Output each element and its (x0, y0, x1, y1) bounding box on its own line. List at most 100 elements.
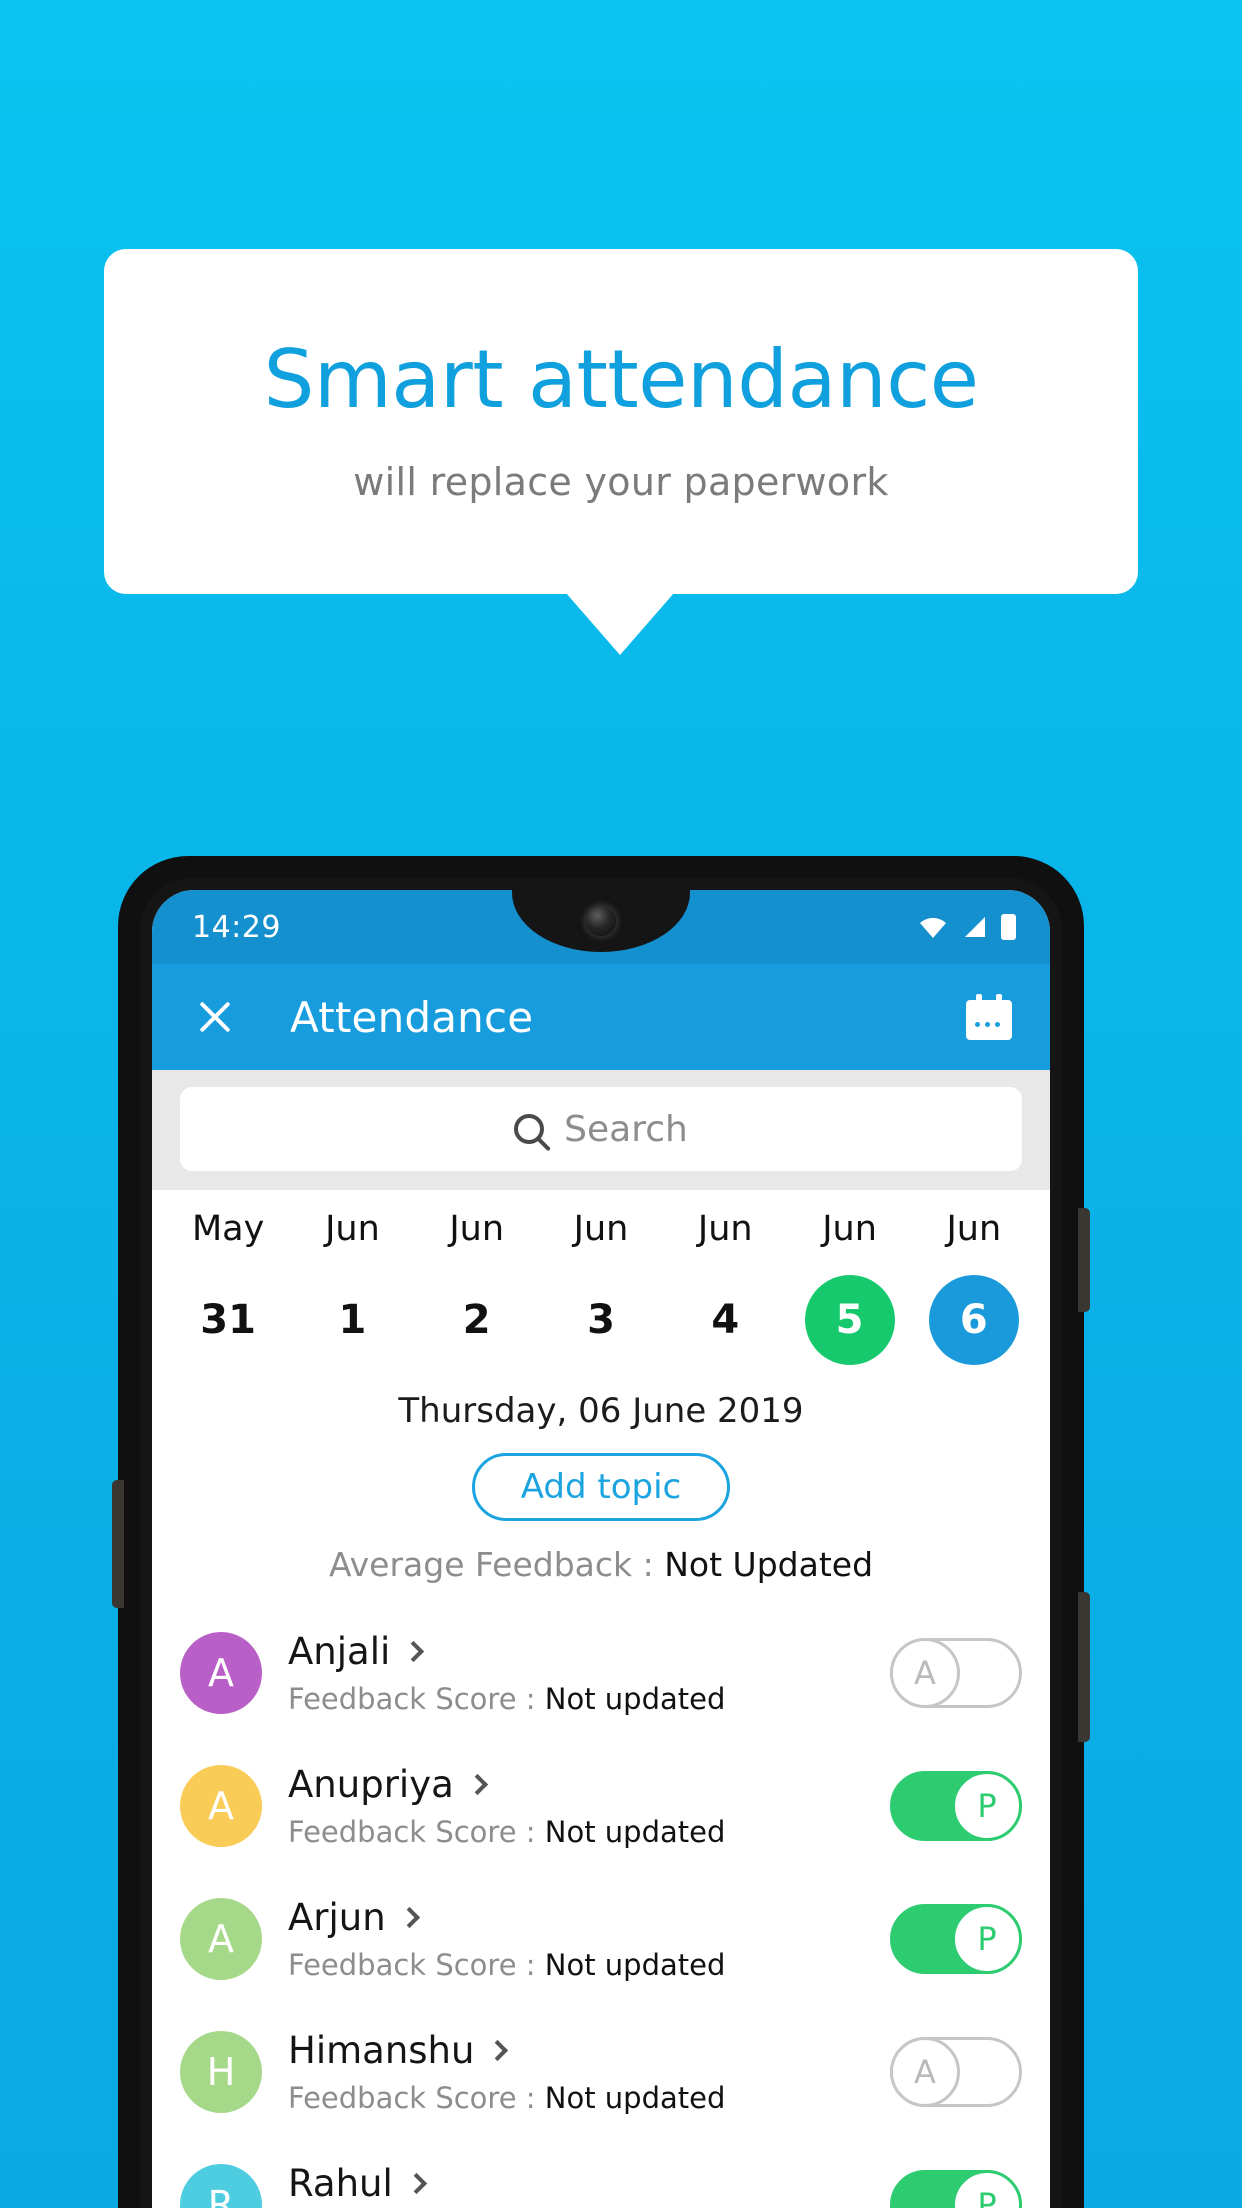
date-cell[interactable]: Jun 2 (415, 1212, 539, 1365)
promo-bubble-tail (566, 593, 674, 655)
chevron-right-icon[interactable] (487, 2039, 509, 2061)
chevron-right-icon[interactable] (403, 1640, 425, 1662)
status-bar: 14:29 (152, 890, 1050, 964)
date-cell[interactable]: May 31 (166, 1212, 290, 1365)
page-title: Attendance (290, 992, 534, 1042)
feedback-score-line: Feedback Score : Not updated (288, 1948, 890, 1982)
add-topic-container: Add topic (152, 1453, 1050, 1521)
feedback-score-label: Feedback Score : (288, 1681, 545, 1716)
student-row[interactable]: A Anupriya Feedback Score : Not updated P (152, 1739, 1050, 1872)
student-name: Himanshu (288, 2028, 475, 2072)
attendance-toggle[interactable]: A (890, 2036, 1022, 2107)
chevron-right-icon[interactable] (466, 1773, 488, 1795)
feedback-score-value: Not updated (544, 1681, 726, 1716)
calendar-icon[interactable] (966, 994, 1012, 1040)
front-camera-icon (586, 906, 616, 936)
attendance-toggle-knob: P (952, 2169, 1022, 2208)
status-time: 14:29 (192, 909, 281, 945)
attendance-toggle-knob: P (952, 1770, 1022, 1841)
student-row[interactable]: H Himanshu Feedback Score : Not updated A (152, 2005, 1050, 2138)
date-day-number[interactable]: 4 (680, 1275, 770, 1365)
search-input[interactable]: Search (180, 1087, 1022, 1171)
attendance-toggle[interactable]: P (890, 1770, 1022, 1841)
search-placeholder: Search (564, 1108, 688, 1150)
chevron-right-icon[interactable] (405, 2172, 427, 2194)
student-info: Anupriya Feedback Score : Not updated (288, 1763, 890, 1849)
add-topic-button[interactable]: Add topic (471, 1453, 731, 1521)
date-day-number[interactable]: 5 (804, 1275, 895, 1365)
student-name-row[interactable]: Anupriya (288, 1763, 890, 1806)
phone-assistant-button[interactable] (112, 1480, 124, 1608)
student-name-row[interactable]: Himanshu (288, 2029, 890, 2072)
student-name: Rahul (288, 2161, 393, 2205)
student-info: Arjun Feedback Score : Not updated (288, 1896, 890, 1982)
avatar: A (180, 1764, 262, 1847)
date-cell[interactable]: Jun 6 (912, 1212, 1036, 1365)
average-feedback: Average Feedback : Not Updated (152, 1545, 1050, 1584)
date-day-number[interactable]: 2 (432, 1275, 522, 1365)
phone-screen: 14:29 Attendance Search May 31 Jun 1 Jun… (152, 890, 1050, 2208)
student-info: Himanshu Feedback Score : Not updated (288, 2029, 890, 2115)
date-cell[interactable]: Jun 4 (663, 1212, 787, 1365)
student-list: A Anjali Feedback Score : Not updated A A Anu… (152, 1606, 1050, 2208)
date-month-label: Jun (325, 1209, 380, 1249)
promo-headline: Smart attendance (263, 332, 979, 426)
student-row[interactable]: A Anjali Feedback Score : Not updated A (152, 1606, 1050, 1739)
date-cell[interactable]: Jun 1 (290, 1212, 414, 1365)
status-icons (919, 914, 1016, 940)
avatar: R (180, 2163, 262, 2208)
battery-icon (1001, 914, 1016, 940)
student-info: Anjali Feedback Score : Not updated (288, 1630, 890, 1716)
date-strip[interactable]: May 31 Jun 1 Jun 2 Jun 3 Jun 4 Jun 5 Jun 6 (152, 1190, 1050, 1373)
signal-icon (965, 917, 985, 937)
feedback-score-line: Feedback Score : Not updated (288, 1682, 890, 1716)
feedback-score-value: Not updated (544, 1814, 726, 1849)
feedback-score-label: Feedback Score : (288, 1814, 545, 1849)
feedback-score-line: Feedback Score : Not updated (288, 2081, 890, 2115)
promo-subheadline: will replace your paperwork (353, 459, 889, 504)
student-name-row[interactable]: Anjali (288, 1630, 890, 1673)
camera-notch (466, 890, 736, 952)
calendar-body (966, 1000, 1012, 1040)
avatar: A (180, 1897, 262, 1980)
app-bar: Attendance (152, 964, 1050, 1070)
date-month-label: Jun (449, 1209, 505, 1249)
student-name: Anupriya (288, 1762, 454, 1806)
attendance-toggle[interactable]: P (890, 1903, 1022, 1974)
average-feedback-label: Average Feedback : (328, 1545, 665, 1584)
phone-bezel: 14:29 Attendance Search May 31 Jun 1 Jun… (140, 878, 1062, 2208)
date-month-label: May (191, 1209, 265, 1249)
chevron-right-icon[interactable] (398, 1906, 420, 1928)
attendance-toggle[interactable]: A (890, 1637, 1022, 1708)
attendance-toggle[interactable]: P (890, 2169, 1022, 2208)
phone-volume-button[interactable] (1078, 1208, 1090, 1312)
date-cell[interactable]: Jun 3 (539, 1212, 663, 1365)
selected-date-label: Thursday, 06 June 2019 (398, 1391, 804, 1431)
phone-mockup: 14:29 Attendance Search May 31 Jun 1 Jun… (112, 856, 1090, 2208)
student-name: Arjun (288, 1895, 386, 1939)
feedback-score-label: Feedback Score : (288, 1947, 545, 1982)
date-month-label: Jun (822, 1209, 877, 1249)
feedback-score-label: Feedback Score : (288, 2080, 545, 2115)
notch-left-fill (466, 890, 512, 936)
student-name-row[interactable]: Arjun (288, 1896, 890, 1939)
feedback-score-value: Not updated (544, 2080, 726, 2115)
student-row[interactable]: A Arjun Feedback Score : Not updated P (152, 1872, 1050, 2005)
date-day-number[interactable]: 1 (307, 1275, 397, 1365)
student-name-row[interactable]: Rahul (288, 2162, 890, 2205)
date-day-number[interactable]: 31 (183, 1275, 273, 1365)
date-month-label: Jun (573, 1209, 629, 1249)
close-icon[interactable] (190, 992, 240, 1042)
date-cell[interactable]: Jun 5 (787, 1212, 911, 1365)
notch-right-fill (690, 890, 736, 936)
student-row[interactable]: R RahulFeedback Score : Not updated P (152, 2138, 1050, 2208)
avatar: A (180, 1631, 262, 1714)
average-feedback-value: Not Updated (664, 1545, 874, 1584)
search-container: Search (152, 1070, 1050, 1190)
student-name: Anjali (288, 1629, 391, 1673)
feedback-score-line: Feedback Score : Not updated (288, 1815, 890, 1849)
phone-power-button[interactable] (1078, 1592, 1090, 1742)
feedback-score-value: Not updated (544, 1947, 726, 1982)
date-day-number[interactable]: 3 (556, 1275, 646, 1365)
date-day-number[interactable]: 6 (928, 1275, 1019, 1365)
